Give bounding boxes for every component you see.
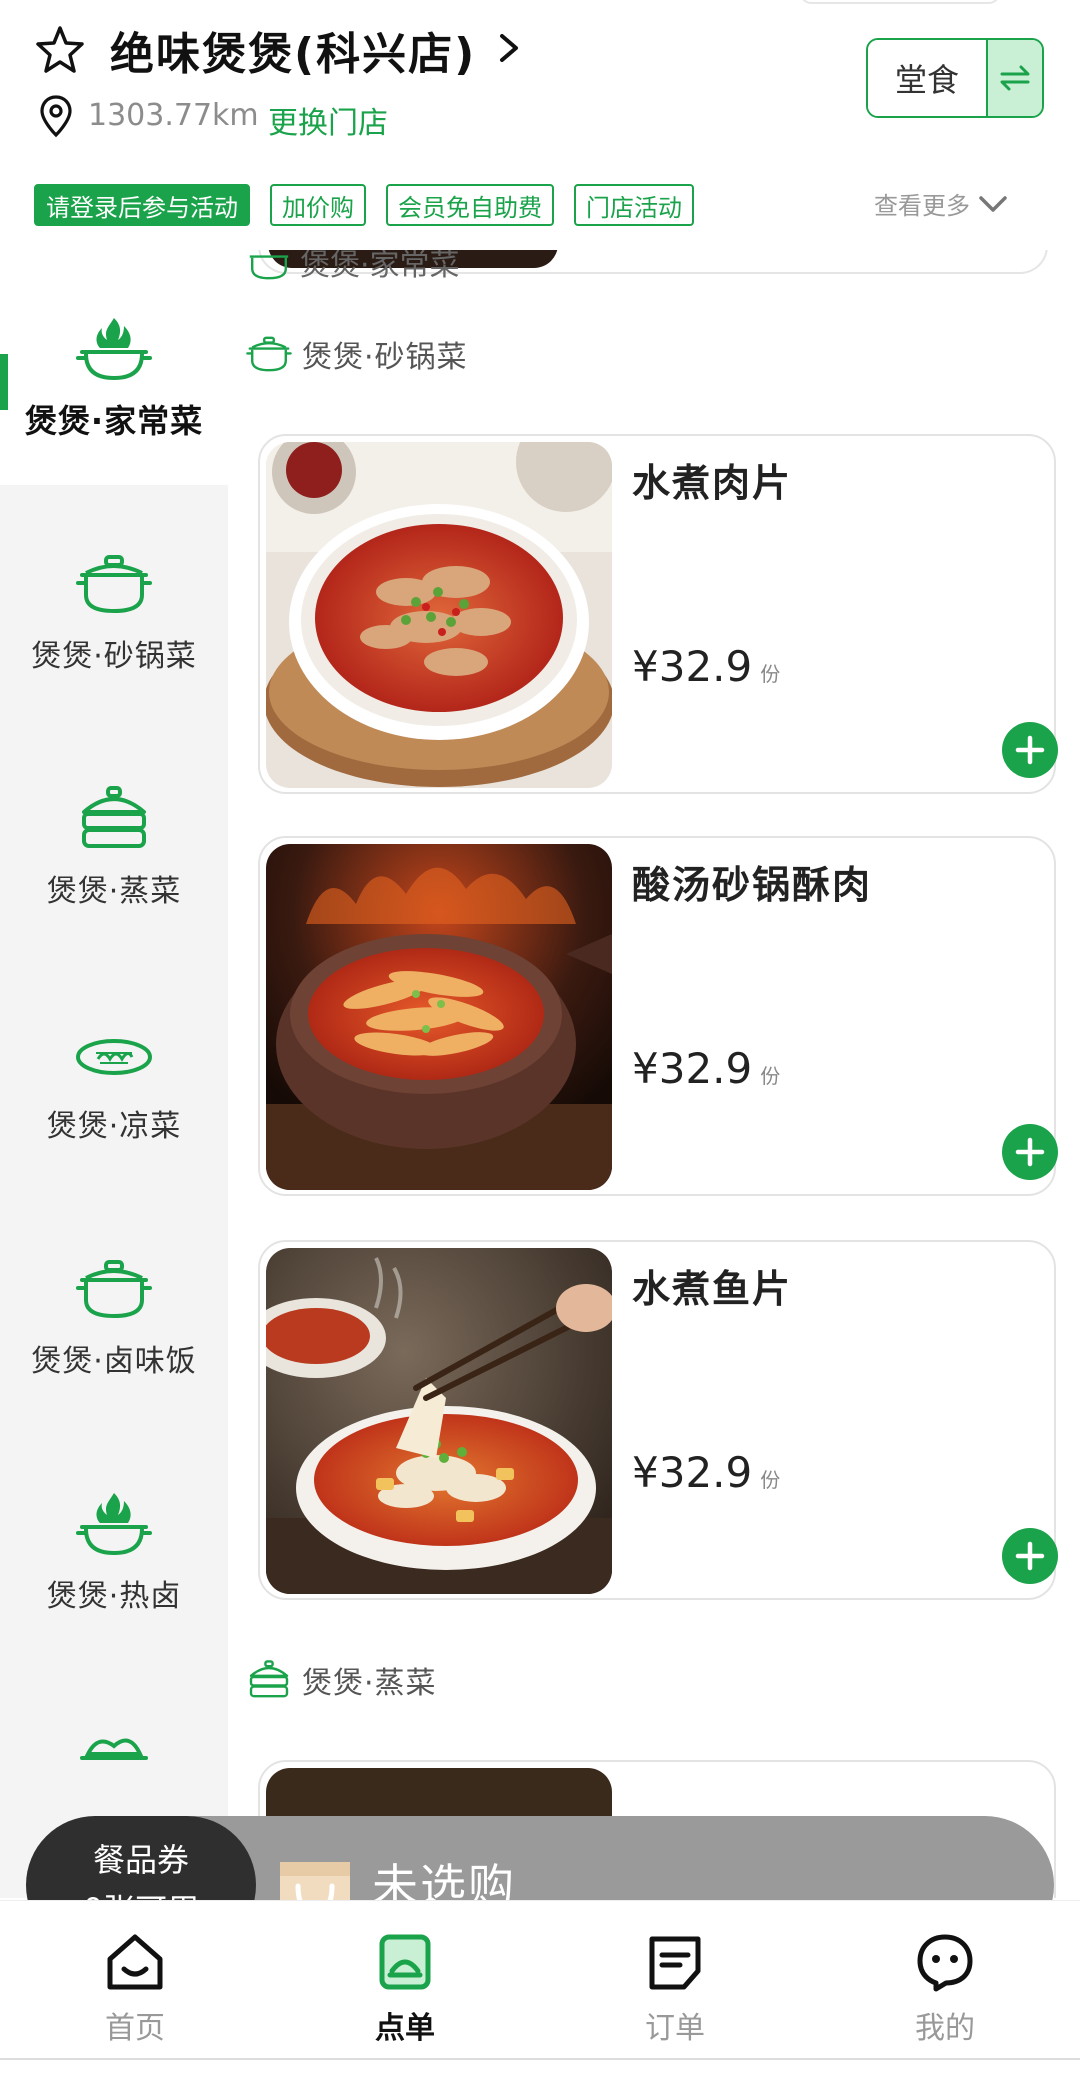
add-on-purchase-tag[interactable]: 加价购 bbox=[270, 184, 366, 226]
top-edge-element bbox=[800, 0, 1000, 4]
swap-arrows-icon bbox=[1000, 65, 1030, 91]
active-indicator bbox=[0, 354, 8, 410]
nav-profile[interactable]: 我的 bbox=[810, 1901, 1080, 2058]
dish-price: ¥32.9 份 bbox=[632, 642, 780, 691]
section-label: 煲煲·家常菜 bbox=[300, 250, 460, 280]
see-more-button[interactable]: 查看更多 bbox=[874, 186, 1008, 221]
change-store-link[interactable]: 更换门店 bbox=[268, 98, 388, 142]
store-name[interactable]: 绝味煲煲(科兴店) bbox=[110, 18, 476, 82]
sidebar-item-label: 煲煲·卤味饭 bbox=[31, 1344, 197, 1379]
store-activity-tag[interactable]: 门店活动 bbox=[574, 184, 694, 226]
plus-icon bbox=[1015, 1541, 1045, 1571]
add-to-cart-button[interactable] bbox=[1002, 1528, 1058, 1584]
dine-in-label[interactable]: 堂食 bbox=[868, 40, 986, 116]
flame-pot-icon bbox=[76, 1493, 152, 1556]
home-icon bbox=[107, 1934, 163, 1990]
dish-photo[interactable] bbox=[266, 844, 612, 1190]
dish-name: 水煮鱼片 bbox=[632, 1267, 793, 1311]
dish-name: 水煮肉片 bbox=[632, 461, 793, 505]
location-pin-icon bbox=[40, 95, 72, 138]
nav-label: 首页 bbox=[105, 2011, 165, 2046]
nav-label: 订单 bbox=[645, 2011, 705, 2046]
dish-price: ¥32.9 份 bbox=[632, 1448, 780, 1497]
dish-name: 酸汤砂锅酥肉 bbox=[632, 863, 873, 907]
store-header: 绝味煲煲(科兴店) 1303.77km 更换门店 堂食 请登录后参与活动 加价购… bbox=[0, 0, 1080, 250]
sidebar-item-steamed[interactable]: 煲煲·蒸菜 bbox=[0, 720, 228, 955]
member-fee-waiver-tag[interactable]: 会员免自助费 bbox=[386, 184, 554, 226]
category-sidebar[interactable]: 煲煲·家常菜 煲煲·砂锅菜 煲煲·蒸菜 煲煲·凉菜 煲煲·卤味饭 煲煲·热卤 bbox=[0, 250, 228, 1898]
add-to-cart-button[interactable] bbox=[1002, 722, 1058, 778]
section-header-cut: 煲煲·家常菜 bbox=[244, 250, 460, 280]
store-distance: 1303.77km bbox=[88, 98, 259, 133]
nav-order[interactable]: 点单 bbox=[270, 1901, 540, 2058]
promo-tags: 请登录后参与活动 加价购 会员免自助费 门店活动 bbox=[34, 184, 694, 226]
chevron-down-icon bbox=[979, 195, 1007, 212]
menu-item-card[interactable]: 水煮肉片 ¥32.9 份 bbox=[258, 434, 1058, 794]
dine-mode-switch[interactable]: 堂食 bbox=[866, 38, 1044, 118]
plus-icon bbox=[1015, 735, 1045, 765]
dish-photo[interactable] bbox=[266, 442, 612, 788]
clay-pot-icon bbox=[76, 555, 152, 614]
dish-photo[interactable] bbox=[266, 1248, 612, 1594]
menu-item-card[interactable]: 酸汤砂锅酥肉 ¥32.9 份 bbox=[258, 836, 1058, 1196]
nav-label: 我的 bbox=[915, 2011, 975, 2046]
price-unit: 份 bbox=[760, 1468, 781, 1492]
sidebar-item-home-style[interactable]: 煲煲·家常菜 bbox=[0, 250, 228, 485]
dish-price: ¥32.9 份 bbox=[632, 1044, 780, 1093]
price-value: ¥32.9 bbox=[632, 1044, 753, 1093]
price-value: ¥32.9 bbox=[632, 1448, 753, 1497]
sidebar-item-clay-pot[interactable]: 煲煲·砂锅菜 bbox=[0, 485, 228, 720]
login-promo-tag[interactable]: 请登录后参与活动 bbox=[34, 184, 250, 226]
sidebar-item-label: 煲煲·家常菜 bbox=[24, 402, 204, 440]
clay-pot-icon bbox=[249, 255, 289, 280]
steamer-icon bbox=[249, 1660, 289, 1698]
price-unit: 份 bbox=[760, 662, 781, 686]
sidebar-item-label: 煲煲·砂锅菜 bbox=[31, 639, 197, 674]
add-to-cart-button[interactable] bbox=[1002, 1124, 1058, 1180]
sidebar-item-label: 煲煲·凉菜 bbox=[46, 1109, 182, 1144]
sidebar-item-cold-dish[interactable]: 煲煲·凉菜 bbox=[0, 955, 228, 1190]
sidebar-item-braised-rice[interactable]: 煲煲·卤味饭 bbox=[0, 1190, 228, 1425]
section-label: 煲煲·蒸菜 bbox=[302, 1666, 437, 1701]
menu-list[interactable]: 煲煲·家常菜 煲煲·砂锅菜 水煮肉片 ¥32.9 份 酸汤砂锅酥肉 ¥32.9 … bbox=[228, 250, 1080, 1898]
section-label: 煲煲·砂锅菜 bbox=[302, 340, 468, 375]
receipt-icon bbox=[649, 1936, 701, 1990]
nav-orders[interactable]: 订单 bbox=[540, 1901, 810, 2058]
price-value: ¥32.9 bbox=[632, 642, 753, 691]
menu-item-card[interactable]: 水煮鱼片 ¥32.9 份 bbox=[258, 1240, 1058, 1600]
sidebar-item-hot-braised[interactable]: 煲煲·热卤 bbox=[0, 1425, 228, 1660]
rice-pot-icon bbox=[76, 1260, 152, 1319]
sidebar-item-label: 煲煲·蒸菜 bbox=[46, 874, 182, 909]
system-home-bar bbox=[0, 2058, 1080, 2084]
favorite-star-icon[interactable] bbox=[34, 24, 86, 76]
sidebar-item-label: 煲煲·热卤 bbox=[46, 1579, 182, 1614]
see-more-label: 查看更多 bbox=[874, 192, 970, 220]
nav-home[interactable]: 首页 bbox=[0, 1901, 270, 2058]
steamer-icon bbox=[82, 786, 146, 848]
cold-dish-plate-icon bbox=[76, 1039, 152, 1075]
bottom-navigation: 首页 点单 订单 我的 bbox=[0, 1900, 1080, 2058]
flame-pot-icon bbox=[76, 318, 152, 381]
leaf-dish-icon bbox=[80, 1738, 148, 1760]
section-header-clay-pot: 煲煲·砂锅菜 bbox=[244, 332, 468, 376]
section-header-steamed: 煲煲·蒸菜 bbox=[244, 1658, 437, 1702]
price-unit: 份 bbox=[760, 1064, 781, 1088]
order-icon bbox=[379, 1934, 431, 1990]
switch-mode-button[interactable] bbox=[986, 40, 1042, 116]
chevron-right-icon[interactable] bbox=[494, 28, 524, 68]
clay-pot-icon bbox=[246, 336, 292, 372]
plus-icon bbox=[1015, 1137, 1045, 1167]
nav-label: 点单 bbox=[375, 2011, 435, 2046]
profile-icon bbox=[917, 1934, 973, 1992]
coupon-title: 餐品券 bbox=[92, 1841, 189, 1879]
